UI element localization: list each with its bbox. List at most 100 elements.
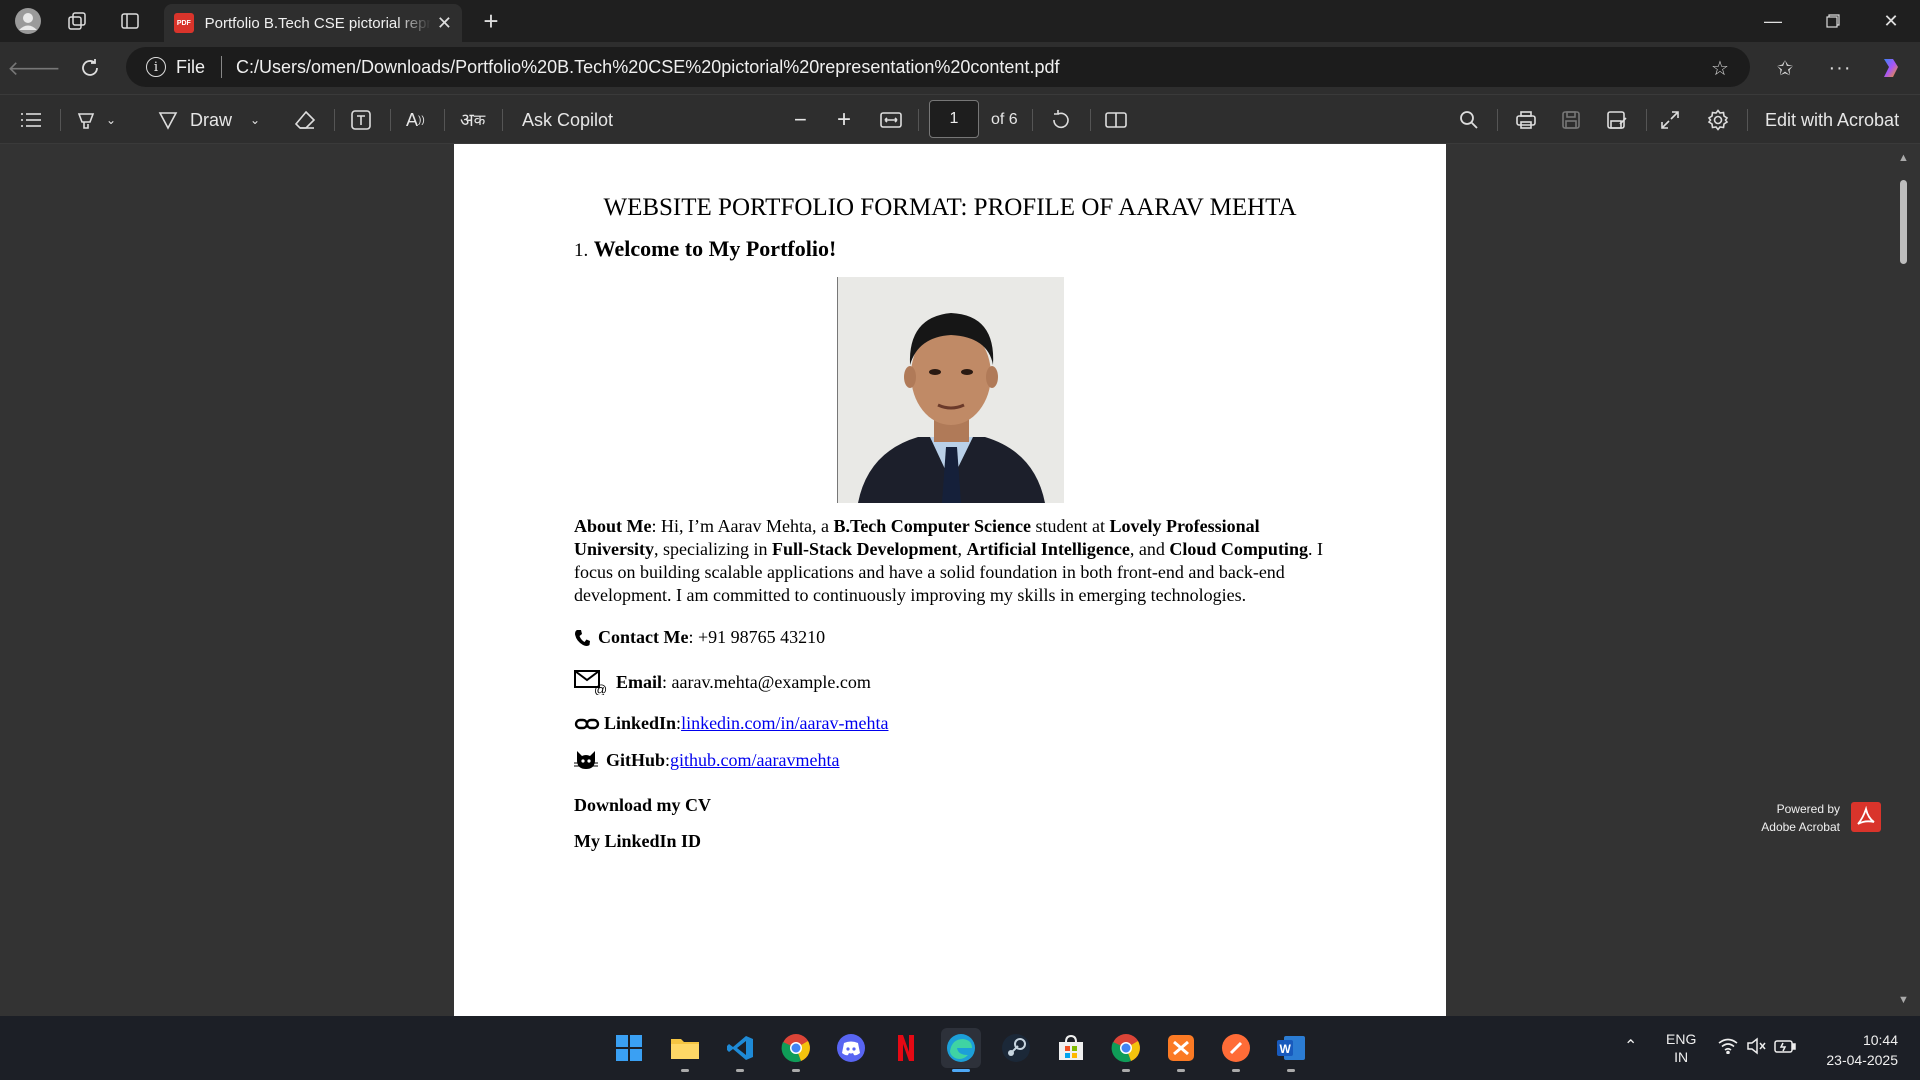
powered-by-line2: Adobe Acrobat: [1761, 820, 1840, 834]
clock[interactable]: 10:44 23-04-2025: [1818, 1030, 1898, 1070]
netflix-icon[interactable]: [886, 1028, 926, 1068]
file-explorer-icon[interactable]: [665, 1028, 705, 1072]
favorites-icon[interactable]: ✩: [1771, 54, 1799, 82]
zoom-out-icon[interactable]: −: [794, 106, 807, 134]
minimize-button[interactable]: —: [1750, 6, 1796, 36]
favorite-star-icon[interactable]: ☆: [1706, 54, 1734, 82]
draw-button[interactable]: Draw ⌄: [158, 106, 260, 134]
document-title: WEBSITE PORTFOLIO FORMAT: PROFILE OF AAR…: [603, 194, 1297, 221]
scroll-up-icon[interactable]: ▲: [1898, 152, 1909, 164]
contact-label: Contact Me: [598, 627, 689, 647]
scrollbar[interactable]: ▲ ▼: [1896, 152, 1910, 1010]
chevron-down-icon[interactable]: ⌄: [106, 113, 116, 127]
running-indicator: [736, 1069, 744, 1072]
profile-icon[interactable]: [14, 7, 42, 35]
github-label: GitHub: [606, 749, 666, 770]
edit-with-acrobat-button[interactable]: Edit with Acrobat: [1765, 106, 1899, 134]
info-icon[interactable]: i: [146, 57, 166, 77]
store-icon[interactable]: [1051, 1028, 1091, 1068]
about-text: , and: [1129, 539, 1170, 559]
workspaces-icon[interactable]: [63, 7, 91, 35]
eraser-icon[interactable]: [294, 106, 316, 134]
start-icon[interactable]: [609, 1028, 649, 1068]
tab-actions-icon[interactable]: [116, 7, 144, 35]
about-text: student at: [1030, 516, 1110, 536]
text-box-icon[interactable]: [350, 106, 372, 134]
download-cv-text[interactable]: Download my CV: [574, 795, 711, 816]
fullscreen-icon[interactable]: [1660, 106, 1680, 134]
refresh-icon[interactable]: [76, 54, 104, 82]
word-icon[interactable]: W: [1271, 1028, 1311, 1072]
battery-icon[interactable]: [1774, 1037, 1796, 1058]
chrome-icon[interactable]: [776, 1028, 816, 1072]
email-label: Email: [616, 671, 663, 692]
address-bar[interactable]: i File C:/Users/omen/Downloads/Portfolio…: [126, 47, 1750, 87]
close-icon[interactable]: ✕: [437, 13, 452, 34]
cat-icon: [574, 749, 598, 771]
running-indicator: [1177, 1069, 1185, 1072]
contents-icon[interactable]: [20, 106, 42, 134]
restore-button[interactable]: [1810, 6, 1856, 36]
fit-page-icon[interactable]: [880, 106, 902, 134]
page-view-icon[interactable]: [1105, 106, 1127, 134]
show-hidden-icons-icon[interactable]: ⌃: [1624, 1036, 1637, 1056]
ask-copilot-button[interactable]: Ask Copilot: [522, 106, 613, 134]
close-window-button[interactable]: ✕: [1868, 6, 1914, 36]
copilot-icon[interactable]: [1877, 54, 1905, 82]
discord-icon[interactable]: [831, 1028, 871, 1068]
linkedin-link[interactable]: linkedin.com/in/aarav-mehta: [681, 713, 888, 734]
save-icon[interactable]: [1561, 106, 1581, 134]
scroll-thumb[interactable]: [1900, 180, 1907, 264]
running-indicator: [792, 1069, 800, 1072]
powered-by-line1: Powered by: [1776, 802, 1840, 816]
separator: [334, 109, 335, 131]
chevron-down-icon[interactable]: ⌄: [250, 113, 260, 127]
separator: [1090, 109, 1091, 131]
chrome-profile-icon[interactable]: [1106, 1028, 1146, 1072]
print-icon[interactable]: [1515, 106, 1537, 134]
read-aloud-icon[interactable]: A)): [406, 106, 425, 134]
language-indicator[interactable]: ENG IN: [1666, 1030, 1696, 1066]
save-as-icon[interactable]: [1606, 106, 1628, 134]
address-url[interactable]: C:/Users/omen/Downloads/Portfolio%20B.Te…: [236, 57, 1059, 78]
wifi-icon[interactable]: [1718, 1038, 1738, 1057]
active-indicator: [952, 1069, 970, 1072]
settings-icon[interactable]: [1707, 106, 1729, 134]
profile-photo: [837, 277, 1064, 503]
time: 10:44: [1862, 1032, 1898, 1048]
back-icon[interactable]: 🡐: [7, 54, 61, 82]
contact-row: Contact Me: +91 98765 43210: [574, 627, 825, 648]
pdf-viewer[interactable]: WEBSITE PORTFOLIO FORMAT: PROFILE OF AAR…: [0, 144, 1920, 1016]
more-icon[interactable]: ···: [1826, 54, 1854, 82]
steam-icon[interactable]: [996, 1028, 1036, 1068]
active-tab[interactable]: PDF Portfolio B.Tech CSE pictorial repre…: [164, 4, 462, 42]
about-bold: Cloud Computing: [1169, 539, 1308, 559]
separator: [1646, 109, 1647, 131]
vscode-icon[interactable]: [720, 1028, 760, 1072]
draw-label: Draw: [190, 109, 233, 130]
edge-icon[interactable]: [941, 1028, 981, 1072]
about-text: , specializing in: [654, 539, 772, 559]
running-indicator: [681, 1069, 689, 1072]
postman-icon[interactable]: [1216, 1028, 1256, 1072]
language-line2: IN: [1674, 1049, 1689, 1065]
search-icon[interactable]: [1459, 106, 1479, 134]
github-link[interactable]: github.com/aaravmehta: [670, 750, 839, 771]
new-tab-icon[interactable]: +: [477, 6, 505, 36]
xampp-icon[interactable]: [1161, 1028, 1201, 1072]
separator: [1497, 109, 1498, 131]
volume-muted-icon[interactable]: [1746, 1037, 1766, 1058]
translate-icon[interactable]: अक: [460, 106, 485, 134]
linkedin-row: LinkedIn: linkedin.com/in/aarav-mehta: [574, 713, 888, 734]
scroll-down-icon[interactable]: ▼: [1898, 994, 1909, 1006]
highlight-icon[interactable]: ⌄: [76, 106, 116, 134]
separator: [502, 109, 503, 131]
zoom-in-icon[interactable]: +: [837, 106, 851, 134]
address-scheme: File: [176, 56, 206, 77]
rotate-icon[interactable]: [1050, 106, 1072, 134]
page-number-input[interactable]: 1: [929, 100, 979, 138]
separator: [60, 109, 61, 131]
pdf-page: WEBSITE PORTFOLIO FORMAT: PROFILE OF AAR…: [454, 144, 1446, 1016]
my-linkedin-id-text[interactable]: My LinkedIn ID: [574, 831, 701, 852]
tab-title: Portfolio B.Tech CSE pictorial represent…: [204, 14, 431, 32]
